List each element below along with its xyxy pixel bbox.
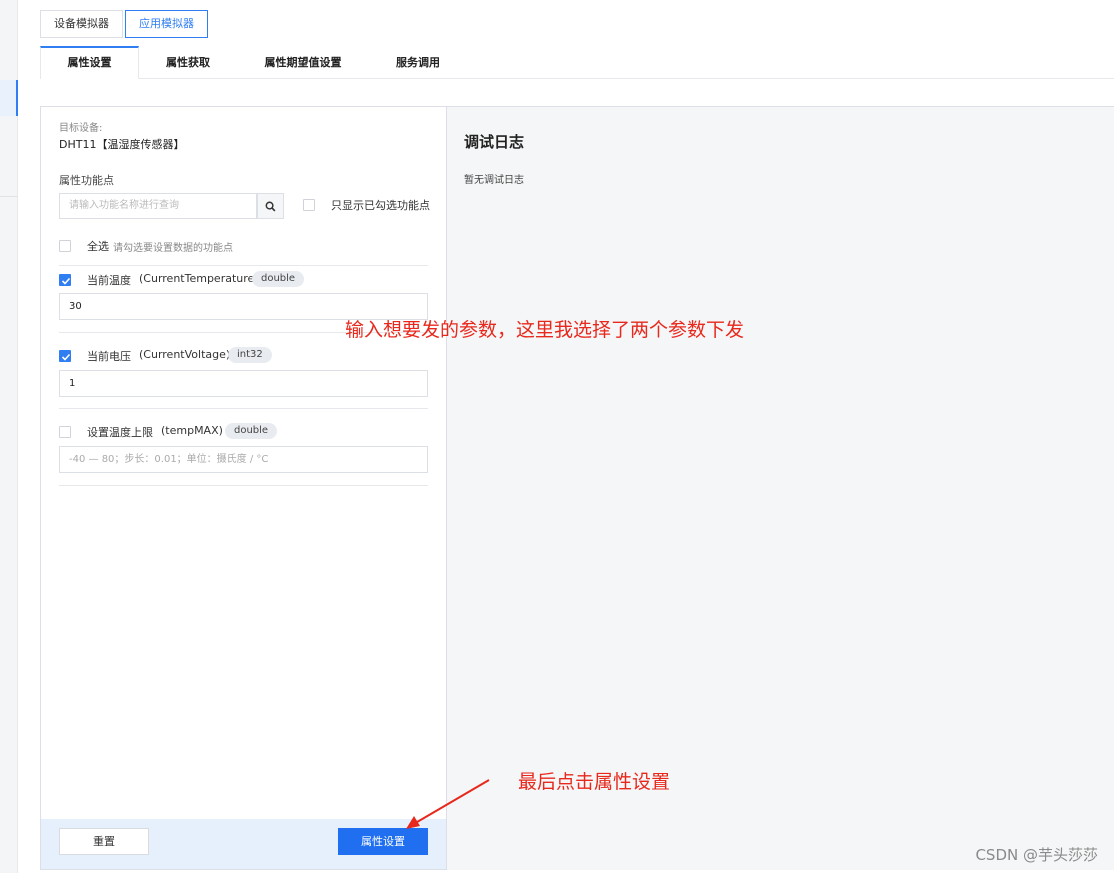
only-checked-checkbox[interactable] bbox=[303, 199, 315, 211]
target-device-name: DHT11【温湿度传感器】 bbox=[59, 138, 185, 151]
tab-service-call[interactable]: 服务调用 bbox=[380, 46, 456, 79]
only-checked-label: 只显示已勾选功能点 bbox=[331, 199, 430, 212]
check-icon bbox=[61, 277, 71, 285]
panel-footer: 重置 属性设置 bbox=[41, 819, 446, 869]
debug-log-empty-text: 暂无调试日志 bbox=[464, 175, 524, 186]
property-set-panel: 目标设备: DHT11【温湿度传感器】 属性功能点 请输入功能名称进行查询 只显… bbox=[40, 106, 447, 870]
select-all-checkbox[interactable] bbox=[59, 240, 71, 252]
annotation-click: 最后点击属性设置 bbox=[518, 771, 671, 793]
search-button[interactable] bbox=[257, 193, 284, 219]
target-device-label: 目标设备: bbox=[59, 123, 103, 134]
check-icon bbox=[61, 353, 71, 361]
property-type-badge: double bbox=[225, 423, 278, 439]
search-icon bbox=[265, 201, 276, 211]
properties-section-title: 属性功能点 bbox=[59, 174, 114, 187]
annotation-params: 输入想要发的参数，这里我选择了两个参数下发 bbox=[345, 319, 745, 341]
property-search-input[interactable]: 请输入功能名称进行查询 bbox=[59, 193, 257, 219]
property-identifier: (CurrentTemperature) bbox=[139, 272, 259, 285]
divider bbox=[59, 485, 428, 486]
property-name: 当前温度 bbox=[87, 274, 131, 287]
property-value-input[interactable]: 1 bbox=[59, 370, 428, 397]
property-checkbox[interactable] bbox=[59, 350, 71, 362]
tab-property-set[interactable]: 属性设置 bbox=[40, 46, 139, 79]
function-tabs: 属性设置 属性获取 属性期望值设置 服务调用 bbox=[40, 46, 1114, 79]
app-simulator-button[interactable]: 应用模拟器 bbox=[125, 10, 208, 38]
debug-log-panel: 调试日志 暂无调试日志 bbox=[447, 106, 1114, 870]
property-name: 当前电压 bbox=[87, 350, 131, 363]
property-value-input[interactable]: -40 — 80；步长：0.01；单位：摄氏度 / °C bbox=[59, 446, 428, 473]
watermark: CSDN @芋头莎莎 bbox=[975, 846, 1098, 864]
device-simulator-button[interactable]: 设备模拟器 bbox=[40, 10, 123, 38]
simulator-mode-switch: 设备模拟器 应用模拟器 bbox=[40, 10, 208, 38]
annotation-arrow-icon bbox=[406, 779, 490, 829]
property-name: 设置温度上限 bbox=[87, 426, 153, 439]
nav-divider bbox=[0, 196, 18, 197]
property-identifier: (tempMAX) bbox=[161, 424, 223, 437]
divider bbox=[59, 408, 428, 409]
select-all-hint: 请勾选要设置数据的功能点 bbox=[113, 243, 233, 254]
tab-property-desired[interactable]: 属性期望值设置 bbox=[248, 46, 358, 79]
debug-log-title: 调试日志 bbox=[464, 133, 525, 151]
property-type-badge: int32 bbox=[228, 347, 272, 363]
tab-property-get[interactable]: 属性获取 bbox=[148, 46, 228, 79]
select-all-label: 全选 bbox=[87, 240, 109, 253]
property-checkbox[interactable] bbox=[59, 426, 71, 438]
reset-button[interactable]: 重置 bbox=[59, 828, 149, 855]
divider bbox=[59, 265, 428, 266]
property-type-badge: double bbox=[252, 271, 305, 287]
property-identifier: (CurrentVoltage) bbox=[139, 348, 231, 361]
left-nav-strip bbox=[0, 0, 18, 873]
nav-active-item[interactable] bbox=[0, 80, 18, 116]
property-checkbox[interactable] bbox=[59, 274, 71, 286]
